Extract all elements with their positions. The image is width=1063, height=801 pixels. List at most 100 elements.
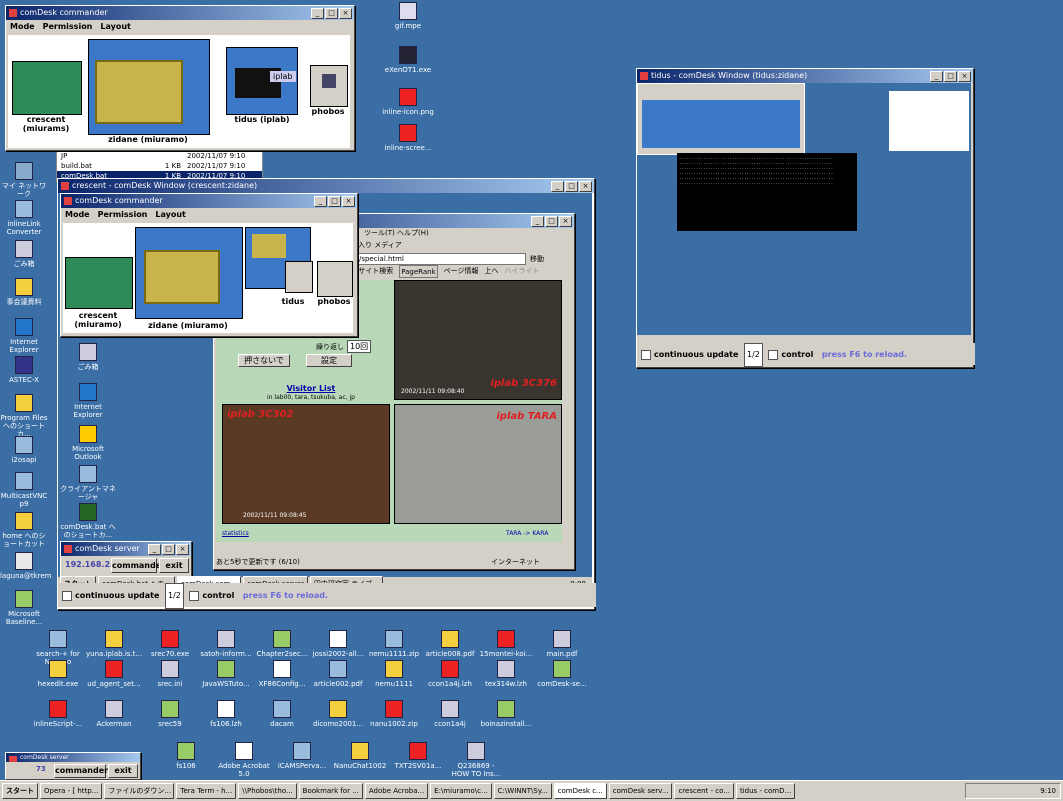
remote-icon-recycle[interactable]: ごみ箱 bbox=[60, 343, 116, 371]
continuous-update-checkbox[interactable] bbox=[641, 349, 651, 360]
desktop-icon-astec[interactable]: ASTEC-X bbox=[0, 356, 48, 384]
taskbar-item[interactable]: C:\WINNT\Sy... bbox=[493, 783, 552, 799]
taskbar-item[interactable]: E:\miuramo\c... bbox=[430, 783, 492, 799]
titlebar[interactable]: comDesk commander _ □ × bbox=[6, 6, 354, 20]
taskbar-item[interactable]: Opera - [ http... bbox=[40, 783, 103, 799]
screen-thumbnail-phobos[interactable] bbox=[310, 65, 348, 107]
desktop-icon-file[interactable]: XF86Config... bbox=[254, 660, 310, 688]
desktop-icon-folder[interactable]: 事会議資料 bbox=[0, 278, 48, 306]
desktop-icon-file[interactable]: jossi2002-all... bbox=[310, 630, 366, 658]
remote-icon-client[interactable]: クライアントマネージャ bbox=[60, 465, 116, 501]
control-checkbox[interactable] bbox=[768, 349, 779, 360]
desktop-icon-vnc[interactable]: MulticastVNC p9 bbox=[0, 472, 48, 508]
desktop-icon-png[interactable]: inline-icon.png bbox=[380, 88, 436, 116]
page-info-button[interactable]: ページ情報 bbox=[444, 265, 479, 278]
desktop-icon-file[interactable]: TXT2SV01a... bbox=[390, 742, 446, 770]
set-button[interactable]: 設定 bbox=[306, 354, 352, 367]
screen-thumbnail-small[interactable] bbox=[285, 261, 313, 293]
desktop-icon-file[interactable]: ud_agent_set... bbox=[86, 660, 142, 688]
desktop-icon-file[interactable]: srec70.exe bbox=[142, 630, 198, 658]
file-row[interactable]: JP 2002/11/07 9:10 bbox=[57, 151, 262, 161]
comdesk-window-crescent[interactable]: crescent - comDesk Window (crescent:zida… bbox=[57, 178, 596, 610]
do-not-push-button[interactable]: 押さないで bbox=[238, 354, 290, 367]
continuous-update-checkbox[interactable] bbox=[62, 590, 72, 601]
taskbar-item[interactable]: ファイルのダウン... bbox=[104, 783, 175, 799]
taskbar-item[interactable]: tidus - comD... bbox=[735, 783, 796, 799]
desktop-icon-file[interactable]: hexedit.exe bbox=[30, 660, 86, 688]
menu-permission[interactable]: Permission bbox=[98, 208, 148, 221]
desktop-icon-recycle[interactable]: ごみ箱 bbox=[0, 240, 48, 268]
menu-layout[interactable]: Layout bbox=[155, 208, 185, 221]
file-row[interactable]: build.bat 1 KB 2002/11/07 9:10 bbox=[57, 161, 262, 171]
desktop-icon-exe[interactable]: eXenOT1.exe bbox=[380, 46, 436, 74]
minimize-button[interactable]: _ bbox=[311, 8, 324, 19]
commander-window-inner[interactable]: comDesk commander _ □ × Mode Permission Lay… bbox=[60, 193, 358, 337]
desktop-icon-file[interactable]: fs106.lzh bbox=[198, 700, 254, 728]
screen-thumbnail-zidane[interactable] bbox=[88, 39, 210, 135]
desktop-icon-file[interactable]: nemu1111 bbox=[366, 660, 422, 688]
taskbar-item[interactable]: \\Phobos\tho... bbox=[238, 783, 297, 799]
desktop-icon-baseline[interactable]: Microsoft Baseline... bbox=[0, 590, 48, 626]
taskbar-item[interactable]: crescent - co... bbox=[674, 783, 734, 799]
titlebar[interactable]: tidus - comDesk Window (tidus:zidane) _ □ × bbox=[637, 69, 973, 83]
desktop-icon-network[interactable]: マイ ネットワーク bbox=[0, 162, 48, 198]
desktop-icon-home[interactable]: home へのショートカット bbox=[0, 512, 48, 548]
minimize-button[interactable]: _ bbox=[148, 544, 161, 555]
address-input[interactable]: a/live/special.html bbox=[339, 252, 526, 265]
remote-icon-comdeskbat[interactable]: comDesk.bat へのショートカ... bbox=[60, 503, 116, 539]
desktop-icon-file[interactable]: gif.mpe bbox=[380, 2, 436, 30]
exit-button[interactable]: exit bbox=[108, 764, 138, 778]
minimize-button[interactable]: _ bbox=[531, 216, 544, 227]
close-button[interactable]: × bbox=[579, 181, 592, 192]
screen-thumbnail-zidane[interactable] bbox=[135, 227, 243, 319]
maximize-button[interactable]: □ bbox=[545, 216, 558, 227]
minimize-button[interactable]: _ bbox=[930, 71, 943, 82]
menu-layout[interactable]: Layout bbox=[100, 20, 130, 33]
tara-kara-link[interactable]: TARA -> KARA bbox=[506, 530, 548, 537]
desktop-icon-file[interactable]: ccon1a4j.lzh bbox=[422, 660, 478, 688]
desktop-icon-file[interactable]: main.pdf bbox=[534, 630, 590, 658]
desktop-icon-file[interactable]: Adobe Acrobat 5.0 bbox=[216, 742, 272, 778]
taskbar-item[interactable]: Bookmark for ... bbox=[298, 783, 363, 799]
maximize-button[interactable]: □ bbox=[565, 181, 578, 192]
visitor-list-title[interactable]: Visitor List bbox=[256, 384, 366, 393]
desktop-icon-file[interactable]: dacam bbox=[254, 700, 310, 728]
desktop-icon-ie[interactable]: Internet Explorer bbox=[0, 318, 48, 354]
desktop-icon-file[interactable]: comDesk-se... bbox=[534, 660, 590, 688]
close-button[interactable]: × bbox=[176, 544, 189, 555]
comdesk-server-window-inner[interactable]: comDesk server _ □ × 192.168.2.27 commander… bbox=[60, 541, 192, 579]
maximize-button[interactable]: □ bbox=[162, 544, 175, 555]
desktop-icon-file[interactable]: yuna.iplab.is.t... bbox=[86, 630, 142, 658]
commander-button[interactable]: commander bbox=[54, 764, 108, 778]
close-button[interactable]: × bbox=[339, 8, 352, 19]
maximize-button[interactable]: □ bbox=[944, 71, 957, 82]
taskbar-item[interactable]: Adobe Acroba... bbox=[364, 783, 429, 799]
desktop-icon-file[interactable]: iCAMSPerva... bbox=[274, 742, 330, 770]
menu-mode[interactable]: Mode bbox=[10, 20, 35, 33]
menu-mode[interactable]: Mode bbox=[65, 208, 90, 221]
exit-button[interactable]: exit bbox=[159, 558, 189, 573]
start-button[interactable]: スタート bbox=[2, 783, 38, 799]
desktop-icon-file[interactable]: nanu1002.zip bbox=[366, 700, 422, 728]
desktop-icon-file[interactable]: JavaWSTuto... bbox=[198, 660, 254, 688]
titlebar[interactable]: crescent - comDesk Window (crescent:zida… bbox=[58, 179, 594, 193]
commander-canvas[interactable]: iplab crescent (miurams) zidane (miuramo… bbox=[8, 35, 350, 148]
close-button[interactable]: × bbox=[958, 71, 971, 82]
titlebar[interactable]: comDesk server bbox=[6, 753, 140, 762]
desktop-icon-file[interactable]: srec.ini bbox=[142, 660, 198, 688]
desktop-icon-file[interactable]: tex314w.lzh bbox=[478, 660, 534, 688]
desktop-icon-laguna[interactable]: laguna@tkrem bbox=[0, 552, 52, 580]
up-button[interactable]: 上へ bbox=[485, 265, 499, 278]
page-select[interactable]: 1/2 bbox=[164, 583, 184, 609]
titlebar[interactable]: comDesk commander _ □ × bbox=[61, 194, 357, 208]
page-select[interactable]: 1/2 bbox=[743, 343, 763, 367]
statistics-link[interactable]: statistics bbox=[222, 530, 249, 537]
desktop-icon-programfiles[interactable]: Program Files へのショートカ... bbox=[0, 394, 48, 438]
commander-canvas[interactable]: crescent (miuramo) zidane (miuramo) tidu… bbox=[63, 223, 353, 333]
desktop-icon-file[interactable]: article008.pdf bbox=[422, 630, 478, 658]
taskbar-item[interactable]: comDesk c... bbox=[553, 783, 607, 799]
menu-permission[interactable]: Permission bbox=[43, 20, 93, 33]
minimize-button[interactable]: _ bbox=[551, 181, 564, 192]
repeat-select[interactable]: 10回 bbox=[347, 340, 372, 353]
control-checkbox[interactable] bbox=[189, 590, 200, 601]
